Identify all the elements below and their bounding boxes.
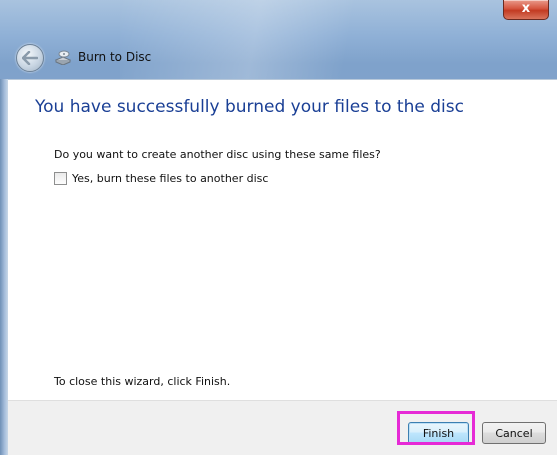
burn-to-disc-window: x Burn to Disc You have successfully bur…	[0, 0, 557, 455]
window-title: Burn to Disc	[78, 50, 152, 64]
finish-button[interactable]: Finish	[408, 422, 469, 444]
disc-burn-icon	[54, 49, 72, 66]
close-icon: x	[521, 1, 531, 16]
burn-another-checkbox[interactable]	[54, 172, 67, 185]
wizard-content-panel: You have successfully burned your files …	[8, 79, 557, 401]
cancel-button[interactable]: Cancel	[482, 422, 546, 444]
back-arrow-icon	[22, 51, 38, 65]
close-wizard-hint: To close this wizard, click Finish.	[54, 375, 231, 388]
close-button[interactable]: x	[503, 0, 549, 20]
wizard-footer: Finish Cancel	[8, 400, 557, 455]
burn-another-checkbox-row[interactable]: Yes, burn these files to another disc	[54, 172, 268, 185]
title-bar-glass	[120, 0, 420, 80]
page-heading: You have successfully burned your files …	[35, 97, 464, 117]
back-button[interactable]	[16, 44, 44, 72]
window-left-border	[0, 79, 8, 455]
wizard-title-area: Burn to Disc	[54, 47, 151, 67]
burn-another-checkbox-label[interactable]: Yes, burn these files to another disc	[72, 172, 268, 185]
question-text: Do you want to create another disc using…	[54, 148, 381, 161]
